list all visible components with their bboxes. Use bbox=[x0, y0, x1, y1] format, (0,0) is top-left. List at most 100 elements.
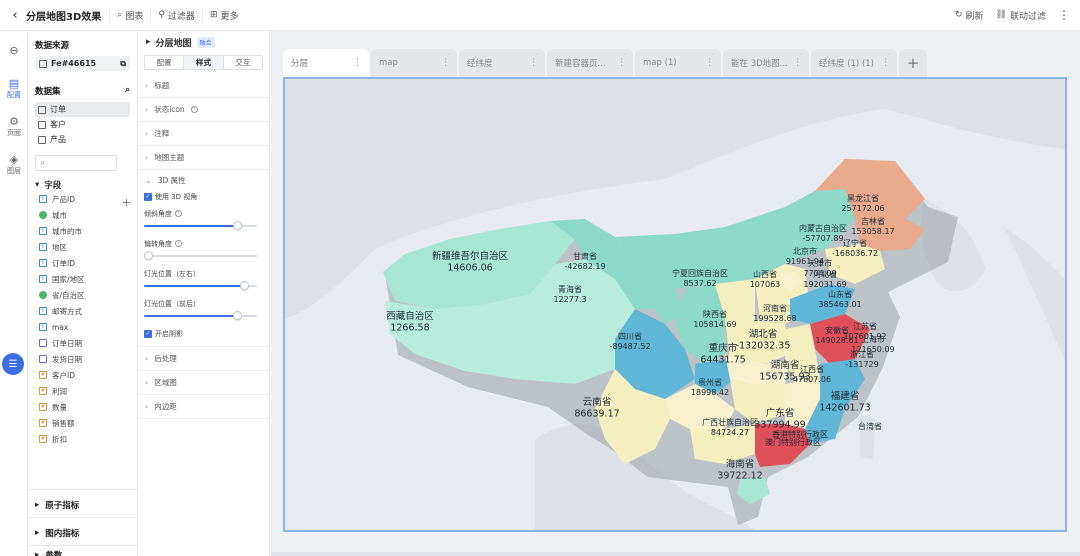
map-region-value: 337994.99 bbox=[754, 420, 805, 431]
table-icon bbox=[38, 105, 46, 114]
acc-status-icon[interactable]: › 状态icon i bbox=[138, 98, 269, 122]
field-item[interactable]: 订单日期 bbox=[35, 335, 130, 351]
tab-interaction[interactable]: 交互 bbox=[224, 56, 262, 69]
slider-knob[interactable] bbox=[144, 251, 153, 260]
canvas-tab[interactable]: 分层 ⋮ bbox=[283, 49, 369, 77]
field-item[interactable]: T 产品ID bbox=[35, 191, 130, 207]
field-item[interactable]: T 订单ID bbox=[35, 255, 130, 271]
canvas-tab[interactable]: map ⋮ bbox=[371, 49, 457, 77]
acc-3d-props[interactable]: ⌄ 3D 属性 bbox=[138, 170, 269, 190]
dataset-item[interactable]: 客户 bbox=[35, 117, 130, 132]
field-item[interactable]: 省/自治区 bbox=[35, 287, 130, 303]
grid-icon bbox=[39, 59, 47, 68]
floating-list-button[interactable]: ☰ bbox=[2, 353, 24, 375]
section-chart-metrics[interactable]: ▸ 图内指标 bbox=[35, 527, 79, 539]
search-icon[interactable]: ⌕ bbox=[125, 85, 130, 97]
field-item[interactable]: T 城市的市 bbox=[35, 223, 130, 239]
field-item[interactable]: # 销售额 bbox=[35, 415, 130, 431]
field-item[interactable]: 城市 bbox=[35, 207, 130, 223]
field-item[interactable]: # 折扣 bbox=[35, 431, 130, 447]
kebab-menu-icon[interactable]: ⋮ bbox=[1058, 8, 1070, 22]
slider[interactable] bbox=[144, 310, 263, 321]
acc-region-map[interactable]: › 区域图 bbox=[138, 371, 269, 395]
chart-button[interactable]: ⌕ 图表 bbox=[109, 8, 150, 22]
canvas-tab[interactable]: 经纬度 ⋮ bbox=[459, 49, 545, 77]
more-button-label: 更多 bbox=[220, 11, 239, 22]
china-3d-map[interactable]: 新疆维吾尔自治区14606.06 西藏自治区1266.58 青海省12277.3 甘肃… bbox=[285, 79, 1065, 530]
rail-config-label: 配置 bbox=[7, 90, 21, 99]
field-item[interactable]: # 客户ID bbox=[35, 367, 130, 383]
rail-back[interactable]: ⊖ bbox=[0, 31, 28, 69]
field-item[interactable]: T 国家/地区 bbox=[35, 271, 130, 287]
more-vert-icon[interactable]: ⋮ bbox=[881, 58, 890, 68]
canvas-tab[interactable]: 新建容器页... ⋮ bbox=[547, 49, 633, 77]
map-region-value: -42682.19 bbox=[564, 262, 605, 271]
canvas-tab[interactable]: map (1) ⋮ bbox=[635, 49, 721, 77]
more-vert-icon[interactable]: ⋮ bbox=[529, 58, 538, 68]
canvas-tab[interactable]: 能在 3D地图... ⋮ bbox=[723, 49, 809, 77]
copy-icon[interactable]: ⧉ bbox=[120, 59, 126, 69]
canvas-bottom-strip bbox=[271, 552, 1080, 556]
dataset-item[interactable]: 产品 bbox=[35, 132, 130, 147]
add-field-icon[interactable]: + bbox=[122, 196, 131, 209]
slider-knob[interactable] bbox=[233, 221, 242, 230]
canvas-tab[interactable]: 经纬度 (1) (1) ⋮ bbox=[811, 49, 897, 77]
slider-label-text: 偏转角度 bbox=[144, 239, 172, 248]
tab-style[interactable]: 样式 bbox=[184, 56, 224, 69]
more-button[interactable]: ⊞ 更多 bbox=[201, 8, 246, 22]
field-type-icon: T bbox=[39, 275, 47, 283]
acc-postprocess[interactable]: › 后处理 bbox=[138, 347, 269, 371]
field-label: 销售额 bbox=[52, 418, 75, 428]
section-parameters[interactable]: ▸ 参数 bbox=[35, 549, 62, 556]
field-item[interactable]: # 利润 bbox=[35, 383, 130, 399]
slider-fill bbox=[144, 225, 237, 227]
add-tab-button[interactable]: + bbox=[899, 49, 927, 77]
rail-page[interactable]: ⚙ 页面 bbox=[0, 107, 28, 145]
use-3d-checkbox[interactable]: ✓ 使用 3D 视角 bbox=[144, 190, 263, 203]
more-vert-icon[interactable]: ⋮ bbox=[793, 58, 802, 68]
field-search-input[interactable]: ⌕ bbox=[35, 155, 117, 171]
slider-knob[interactable] bbox=[233, 311, 242, 320]
tab-config[interactable]: 配置 bbox=[145, 56, 185, 69]
field-item[interactable]: # 数量 bbox=[35, 399, 130, 415]
field-item[interactable]: T 邮寄方式 bbox=[35, 303, 130, 319]
fields-heading[interactable]: ▾ 字段 bbox=[35, 179, 130, 191]
more-vert-icon[interactable]: ⋮ bbox=[705, 58, 714, 68]
dataset-list: 订单 客户 产品 bbox=[35, 102, 130, 147]
acc-padding[interactable]: › 内边距 bbox=[138, 395, 269, 419]
shadow-checkbox[interactable]: ✓ 开启阴影 bbox=[144, 327, 263, 340]
map-region-value: -132032.35 bbox=[736, 341, 791, 352]
map-container[interactable]: 新疆维吾尔自治区 14606.06 西藏自治区 1266.58 青海省 12277.3 甘肃… bbox=[283, 77, 1067, 532]
caret-right-icon: ▸ bbox=[35, 550, 40, 556]
neighbor-land-japan bbox=[1005, 229, 1065, 359]
map-region-name: 江西省 bbox=[800, 364, 824, 374]
acc-map-theme[interactable]: › 地图主题 bbox=[138, 146, 269, 170]
acc-title[interactable]: › 标题 bbox=[138, 74, 269, 98]
section-atomic-metrics[interactable]: ▸ 原子指标 bbox=[35, 499, 79, 511]
more-vert-icon[interactable]: ⋮ bbox=[353, 58, 362, 68]
rail-layer[interactable]: ◈ 图层 bbox=[0, 145, 28, 183]
slider-label: 灯光位置（左右） bbox=[144, 267, 263, 280]
slider-fill bbox=[144, 315, 237, 317]
field-item[interactable]: 发货日期 bbox=[35, 351, 130, 367]
field-item[interactable]: T 地区 bbox=[35, 239, 130, 255]
info-icon: i bbox=[175, 210, 182, 217]
source-selector[interactable]: Fe#46615 ⧉ bbox=[35, 56, 130, 71]
field-item[interactable]: Tmax bbox=[35, 319, 130, 335]
linked-filter-button[interactable]: ⛓ 联动过滤 bbox=[996, 9, 1046, 22]
filter-button[interactable]: ⚲ 过滤器 bbox=[150, 8, 202, 22]
back-arrow-icon[interactable]: ‹ bbox=[4, 8, 26, 23]
more-vert-icon[interactable]: ⋮ bbox=[441, 58, 450, 68]
slider-knob[interactable] bbox=[240, 281, 249, 290]
table-icon bbox=[38, 135, 46, 144]
refresh-button[interactable]: ↻ 刷新 bbox=[955, 9, 984, 22]
rail-config[interactable]: ▤ 配置 bbox=[0, 69, 28, 107]
more-vert-icon[interactable]: ⋮ bbox=[617, 58, 626, 68]
field-type-icon: T bbox=[39, 323, 47, 331]
slider[interactable] bbox=[144, 250, 263, 261]
map-region-value: 153058.17 bbox=[851, 227, 894, 236]
dataset-item[interactable]: 订单 bbox=[35, 102, 130, 117]
acc-annotation[interactable]: › 注释 bbox=[138, 122, 269, 146]
slider[interactable] bbox=[144, 220, 263, 231]
slider[interactable] bbox=[144, 280, 263, 291]
